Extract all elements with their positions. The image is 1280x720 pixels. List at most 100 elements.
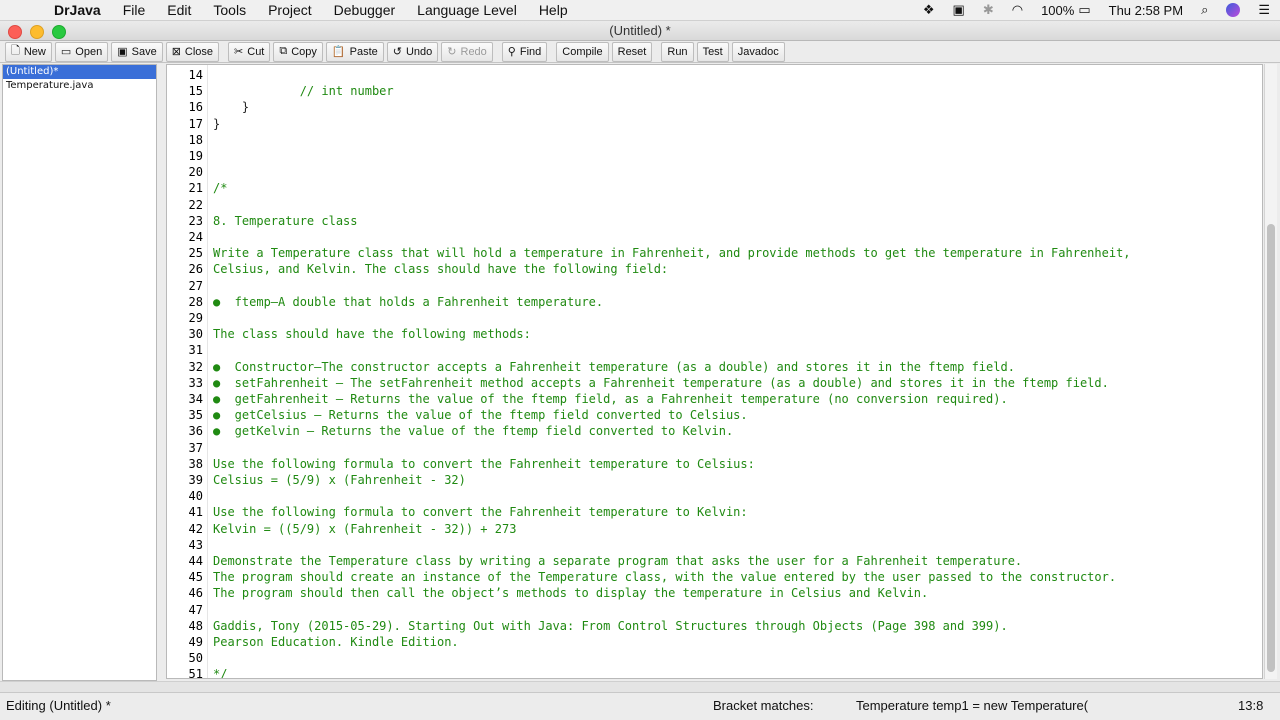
wifi-icon[interactable]: ◠ — [1012, 2, 1023, 18]
document-list: (Untitled)* Temperature.java — [2, 64, 157, 681]
paste-label: Paste — [349, 45, 378, 58]
line-number: 16 — [188, 100, 203, 114]
code-line: /* — [213, 181, 228, 195]
test-button[interactable]: Test — [696, 41, 729, 62]
dropbox-icon[interactable]: ❖ — [923, 2, 935, 18]
mac-menu-bar: DrJava File Edit Tools Project Debugger … — [0, 0, 1280, 21]
sidebar-splitter[interactable] — [157, 64, 165, 679]
document-item-untitled[interactable]: (Untitled)* — [3, 65, 156, 79]
code-line: Kelvin = ((5/9) x (Fahrenheit - 32)) + 2… — [213, 522, 517, 536]
compile-button[interactable]: Compile — [556, 41, 609, 62]
menu-tools[interactable]: Tools — [213, 2, 246, 18]
line-number: 39 — [188, 473, 203, 487]
cut-button[interactable]: ✂ Cut — [228, 41, 271, 62]
line-number: 36 — [188, 424, 203, 438]
menu-edit[interactable]: Edit — [167, 2, 191, 18]
menu-app-name[interactable]: DrJava — [54, 2, 101, 18]
line-number: 30 — [188, 327, 203, 341]
scrollbar-thumb[interactable] — [1267, 224, 1275, 672]
line-number: 38 — [188, 457, 203, 471]
menu-help[interactable]: Help — [539, 2, 568, 18]
vertical-scrollbar[interactable] — [1264, 64, 1277, 679]
line-number: 23 — [188, 214, 203, 228]
redo-icon: ↻ — [447, 46, 457, 58]
toolbar: 🗋 New ▭ Open ▣ Save ⊠ Close ✂ Cut ⧉ Copy 📋 Past… — [0, 41, 1280, 63]
bluetooth-icon[interactable]: ✱ — [983, 2, 994, 18]
copy-button[interactable]: ⧉ Copy — [273, 41, 323, 62]
line-number: 49 — [188, 635, 203, 649]
battery-icon[interactable]: ▭ — [1078, 2, 1090, 18]
code-editor[interactable]: 14 15 16 17 18 19 20 21 22 23 24 25 26 27 28 29 30 31 32 33… — [166, 64, 1263, 679]
code-line: Celsius = (5/9) x (Fahrenheit - 32) — [213, 473, 466, 487]
reset-button[interactable]: Reset — [611, 41, 653, 62]
code-line: Celsius, and Kelvin. The class should ha… — [213, 262, 669, 276]
line-number: 35 — [188, 408, 203, 422]
close-icon: ⊠ — [171, 46, 181, 58]
screen-record-icon[interactable]: ▣ — [953, 2, 965, 18]
line-number: 50 — [188, 651, 203, 665]
status-bar: Editing (Untitled) * Bracket matches: Te… — [0, 692, 1280, 719]
line-number: 29 — [188, 311, 203, 325]
line-number: 22 — [188, 198, 203, 212]
javadoc-label: Javadoc — [737, 45, 779, 58]
undo-button[interactable]: ↺ Undo — [386, 41, 439, 62]
spotlight-search-icon[interactable]: ⌕ — [1201, 2, 1208, 18]
line-number: 31 — [188, 343, 203, 357]
interactions-pane-divider[interactable] — [0, 681, 1280, 692]
cursor-position: 13:8 — [1238, 698, 1264, 713]
copy-icon: ⧉ — [279, 45, 288, 57]
line-number: 24 — [188, 230, 203, 244]
save-button[interactable]: ▣ Save — [111, 41, 163, 62]
menu-debugger[interactable]: Debugger — [334, 2, 396, 18]
document-item-temperature-java[interactable]: Temperature.java — [3, 79, 156, 93]
code-line: Pearson Education. Kindle Edition. — [213, 635, 459, 649]
open-folder-icon: ▭ — [60, 46, 72, 58]
code-line: ● getFahrenheit – Returns the value of t… — [213, 392, 1008, 406]
code-line: } — [213, 100, 250, 114]
close-button[interactable]: ⊠ Close — [165, 41, 220, 62]
notification-center-icon[interactable]: ☰ — [1258, 2, 1270, 18]
code-line: The program should create an instance of… — [213, 570, 1117, 584]
scissors-icon: ✂ — [234, 46, 244, 58]
new-label: New — [23, 45, 46, 58]
menu-file[interactable]: File — [123, 2, 146, 18]
menu-language-level[interactable]: Language Level — [417, 2, 517, 18]
code-line: } — [213, 117, 221, 131]
line-number: 18 — [188, 133, 203, 147]
line-number: 34 — [188, 392, 203, 406]
siri-icon[interactable] — [1226, 3, 1241, 17]
new-button[interactable]: 🗋 New — [5, 41, 52, 62]
find-button[interactable]: ⚲ Find — [501, 41, 548, 62]
line-number: 15 — [188, 84, 203, 98]
open-button[interactable]: ▭ Open — [54, 41, 109, 62]
line-number: 28 — [188, 295, 203, 309]
find-label: Find — [519, 45, 542, 58]
code-line: The program should then call the object’… — [213, 586, 929, 600]
code-line: Write a Temperature class that will hold… — [213, 246, 1131, 260]
run-label: Run — [667, 45, 688, 58]
line-number: 42 — [188, 522, 203, 536]
line-number: 32 — [188, 360, 203, 374]
code-line: */ — [213, 667, 228, 679]
copy-label: Copy — [291, 45, 317, 58]
line-number: 25 — [188, 246, 203, 260]
run-button[interactable]: Run — [661, 41, 694, 62]
redo-button[interactable]: ↻ Redo — [441, 41, 493, 62]
paste-button[interactable]: 📋 Paste — [325, 41, 384, 62]
test-label: Test — [702, 45, 723, 58]
code-line: Gaddis, Tony (2015-05-29). Starting Out … — [213, 619, 1008, 633]
bracket-matches-value: Temperature temp1 = new Temperature( — [856, 698, 1089, 713]
clock[interactable]: Thu 2:58 PM — [1109, 3, 1183, 18]
javadoc-button[interactable]: Javadoc — [731, 41, 785, 62]
save-label: Save — [131, 45, 157, 58]
undo-icon: ↺ — [392, 46, 402, 58]
open-label: Open — [75, 45, 103, 58]
redo-label: Redo — [460, 45, 487, 58]
menu-project[interactable]: Project — [268, 2, 312, 18]
code-line: Demonstrate the Temperature class by wri… — [213, 554, 1023, 568]
close-label: Close — [184, 45, 214, 58]
line-number: 27 — [188, 279, 203, 293]
code-line: The class should have the following meth… — [213, 327, 531, 341]
code-line: ● getKelvin – Returns the value of the f… — [213, 424, 734, 438]
line-number: 41 — [188, 505, 203, 519]
